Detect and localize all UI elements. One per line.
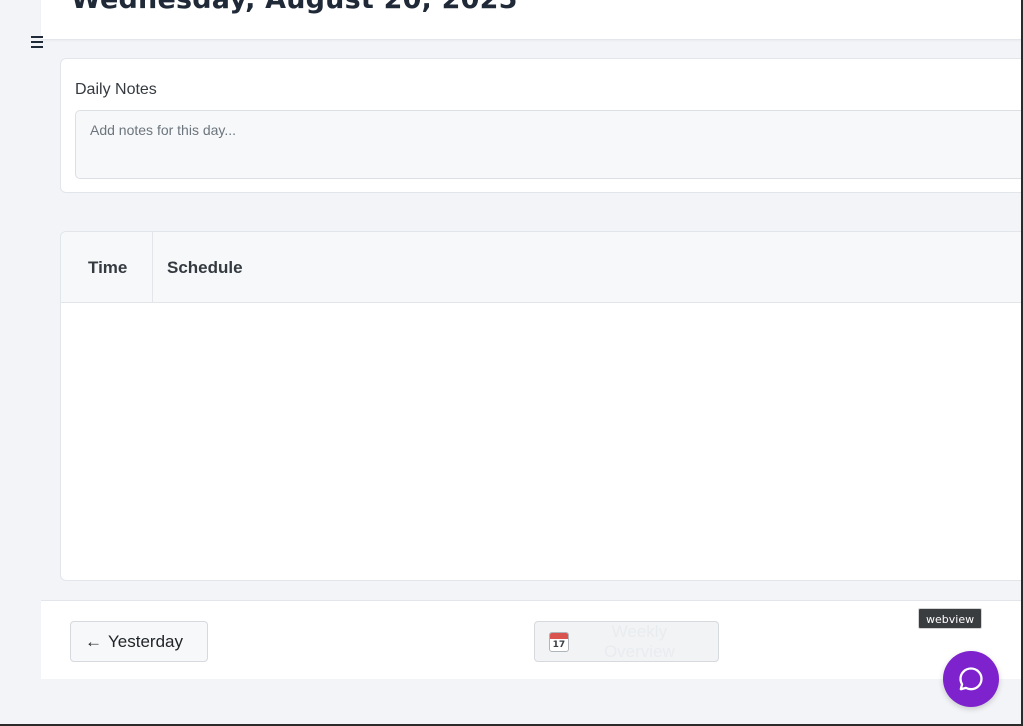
webview-tooltip: webview [918,608,983,629]
daily-notes-card: Daily Notes [60,58,1023,193]
daily-notes-input[interactable] [75,110,1023,179]
yesterday-button[interactable]: ← Yesterday [70,621,208,662]
daily-notes-label: Daily Notes [75,81,157,98]
menu-bar-middle [31,41,43,43]
chat-bubble-icon [959,667,983,691]
hamburger-menu-icon[interactable] [29,33,45,49]
page-title: Wednesday, August 20, 2025 [71,0,518,15]
app-page: Wednesday, August 20, 2025 Daily Notes T… [0,0,1023,726]
yesterday-button-label: Yesterday [108,631,183,651]
column-header-time: Time [88,258,128,277]
calendar-icon: 17 [549,631,569,652]
day-navigation-footer: ← Yesterday 17 Weekly Overview [41,600,1023,679]
menu-bar-top [31,36,43,38]
chat-button[interactable] [943,651,999,707]
schedule-table-header: Time Schedule [61,232,1023,303]
calendar-icon-day: 17 [552,639,566,650]
date-header-card: Wednesday, August 20, 2025 [41,0,1023,40]
weekly-overview-label: Weekly Overview [603,621,675,661]
column-divider [152,232,153,302]
arrow-left-icon: ← [85,631,102,651]
weekly-overview-button[interactable]: 17 Weekly Overview [534,621,719,662]
menu-bar-bottom [31,46,43,48]
column-header-schedule: Schedule [167,258,243,277]
schedule-table: Time Schedule [60,231,1023,581]
